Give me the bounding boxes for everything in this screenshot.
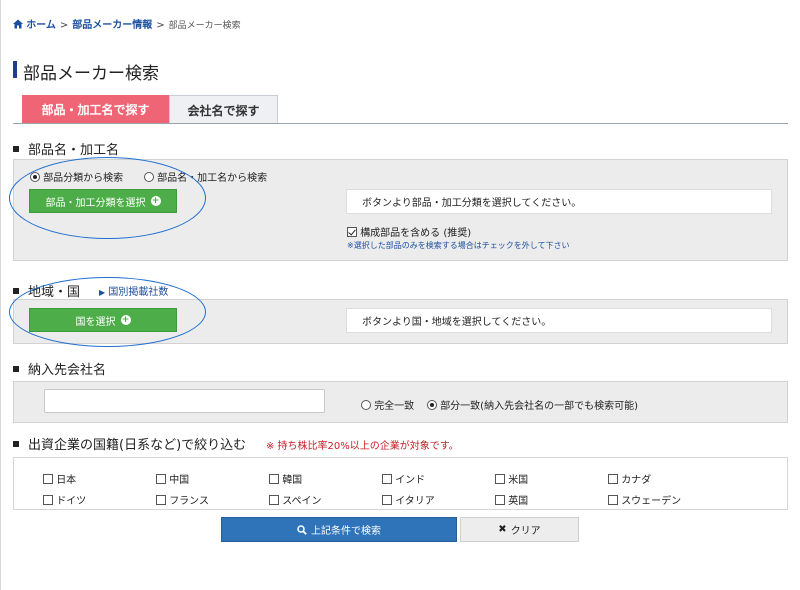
section-heading-nationality: 出資企業の国籍(日系など)で絞り込む <box>13 434 246 453</box>
part-info-box: ボタンより部品・加工分類を選択してください。 <box>346 189 772 214</box>
country-label: 韓国 <box>282 475 303 486</box>
radio-exact-option[interactable]: 完全一致 <box>361 397 414 412</box>
country-label: 英国 <box>508 496 529 507</box>
radio-partial-label: 部分一致(納入先会社名の一部でも検索可能) <box>440 401 638 412</box>
country-checkbox-india[interactable]: インド <box>382 471 425 486</box>
section-heading-part: 部品名・加工名 <box>13 139 119 158</box>
checkbox-icon[interactable] <box>608 495 618 505</box>
section-heading-nationality-label: 出資企業の国籍(日系など)で絞り込む <box>28 438 247 453</box>
checkbox-icon[interactable] <box>156 495 166 505</box>
annotation-circle <box>9 157 206 239</box>
section-heading-customer: 納入先会社名 <box>13 359 106 378</box>
breadcrumb: ホーム > 部品メーカー情報 > 部品メーカー検索 <box>13 16 241 31</box>
radio-selected-icon[interactable] <box>427 400 437 410</box>
country-checkbox-sweden[interactable]: スウェーデン <box>608 492 681 507</box>
section-heading-customer-label: 納入先会社名 <box>28 363 107 378</box>
breadcrumb-home-link[interactable]: ホーム <box>26 20 56 31</box>
checkbox-icon[interactable] <box>608 474 618 484</box>
checkbox-icon[interactable] <box>269 474 279 484</box>
annotation-circle <box>9 277 206 347</box>
section-heading-part-label: 部品名・加工名 <box>28 143 120 158</box>
country-label: ドイツ <box>56 496 87 507</box>
breadcrumb-current: 部品メーカー検索 <box>168 21 241 31</box>
include-components-note: ※選択した部品のみを検索する場合はチェックを外して下さい <box>347 241 570 250</box>
radio-unselected-icon[interactable] <box>361 400 371 410</box>
checkbox-checked-icon[interactable] <box>347 227 357 237</box>
checkbox-icon[interactable] <box>382 495 392 505</box>
country-checkbox-france[interactable]: フランス <box>156 492 209 507</box>
include-components-label: 構成部品を含める (推奨) <box>360 228 472 239</box>
page-title: 部品メーカー検索 <box>23 64 159 84</box>
country-checkbox-usa[interactable]: 米国 <box>495 471 528 486</box>
bullet-square-icon <box>13 441 19 447</box>
checkbox-icon[interactable] <box>495 495 505 505</box>
checkbox-icon[interactable] <box>495 474 505 484</box>
clear-button-label: クリア <box>510 526 541 537</box>
clear-button[interactable]: ✖ クリア <box>460 517 579 542</box>
bullet-square-icon <box>13 146 19 152</box>
tab-part-name[interactable]: 部品・加工名で探す <box>22 95 169 124</box>
title-accent-bar <box>13 61 17 78</box>
country-label: 中国 <box>169 475 190 486</box>
checkbox-icon[interactable] <box>43 495 53 505</box>
country-label: 米国 <box>508 475 529 486</box>
country-checkbox-germany[interactable]: ドイツ <box>43 492 86 507</box>
country-checkbox-korea[interactable]: 韓国 <box>269 471 302 486</box>
tab-divider <box>13 123 788 124</box>
country-checkbox-uk[interactable]: 英国 <box>495 492 528 507</box>
radio-exact-label: 完全一致 <box>374 401 415 412</box>
country-checkbox-italy[interactable]: イタリア <box>382 492 435 507</box>
country-label: フランス <box>169 496 209 507</box>
search-icon <box>297 524 307 535</box>
checkbox-icon[interactable] <box>43 474 53 484</box>
region-info-box: ボタンより国・地域を選択してください。 <box>346 308 772 333</box>
bullet-square-icon <box>13 288 19 294</box>
country-label: スウェーデン <box>621 496 682 507</box>
checkbox-icon[interactable] <box>269 495 279 505</box>
country-label: インド <box>395 475 426 486</box>
include-components-checkbox[interactable]: 構成部品を含める (推奨) <box>347 224 471 239</box>
bullet-square-icon <box>13 366 19 372</box>
breadcrumb-separator: > <box>59 20 69 31</box>
breadcrumb-parts-link[interactable]: 部品メーカー情報 <box>72 20 152 31</box>
checkbox-icon[interactable] <box>382 474 392 484</box>
country-checkbox-canada[interactable]: カナダ <box>608 471 651 486</box>
radio-partial-option[interactable]: 部分一致(納入先会社名の一部でも検索可能) <box>427 397 638 412</box>
country-label: イタリア <box>395 496 435 507</box>
home-icon <box>13 19 23 29</box>
customer-name-input[interactable] <box>44 389 325 413</box>
country-checkbox-japan[interactable]: 日本 <box>43 471 76 486</box>
country-checkbox-spain[interactable]: スペイン <box>269 492 322 507</box>
country-checkbox-china[interactable]: 中国 <box>156 471 189 486</box>
country-label: スペイン <box>282 496 322 507</box>
search-button-label: 上記条件で検索 <box>311 526 381 537</box>
nationality-note: ※ 持ち株比率20%以上の企業が対象です。 <box>266 441 459 452</box>
country-label: 日本 <box>56 475 77 486</box>
tab-company-name[interactable]: 会社名で探す <box>169 95 278 124</box>
breadcrumb-separator: > <box>156 20 165 31</box>
checkbox-icon[interactable] <box>156 474 166 484</box>
close-icon: ✖ <box>498 524 507 535</box>
search-button[interactable]: 上記条件で検索 <box>221 517 457 542</box>
country-label: カナダ <box>621 475 652 486</box>
